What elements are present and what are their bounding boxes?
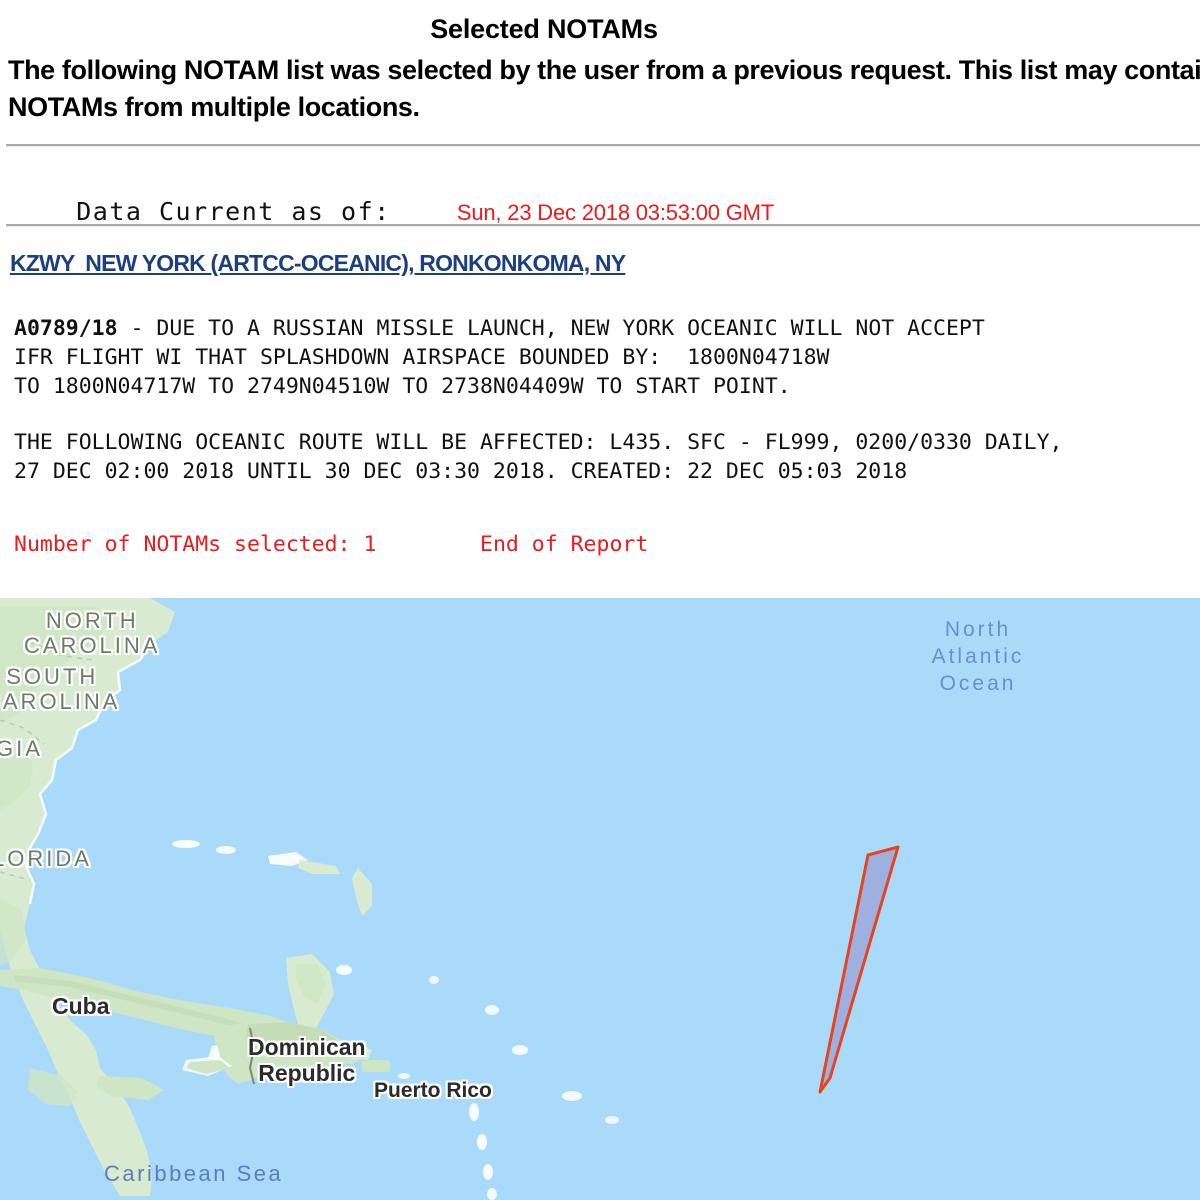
map-panel[interactable]: NORTH CAROLINA SOUTH CAROLINA GIA LORIDA… xyxy=(0,598,1200,1200)
notam-line-4: THE FOLLOWING OCEANIC ROUTE WILL BE AFFE… xyxy=(14,430,1063,455)
bahamas-cay-6 xyxy=(605,1116,619,1124)
antilles-island-4 xyxy=(487,1188,497,1200)
antilles-island-3 xyxy=(483,1164,493,1180)
antilles-island-1 xyxy=(469,1103,479,1121)
bahamas-cay-7 xyxy=(172,840,200,848)
map-canvas[interactable] xyxy=(0,598,1200,1200)
report-intro-text: The following NOTAM list was selected by… xyxy=(8,55,1200,122)
data-current-label: Data Current as of: xyxy=(76,197,391,226)
bahamas-cay-4 xyxy=(512,1045,528,1055)
notam-report-panel: Selected NOTAMs The following NOTAM list… xyxy=(0,0,1200,598)
notam-count-text: Number of NOTAMs selected: 1 xyxy=(14,532,377,557)
notam-line-5: 27 DEC 02:00 2018 UNTIL 30 DEC 03:30 201… xyxy=(14,459,908,484)
data-current-row: Data Current as of: Sun, 23 Dec 2018 03:… xyxy=(10,168,774,255)
antilles-island-2 xyxy=(477,1134,487,1150)
bahamas-cay-1 xyxy=(336,965,352,975)
divider-bottom xyxy=(6,224,1200,227)
notam-text-block-1: A0789/18 - DUE TO A RUSSIAN MISSLE LAUNC… xyxy=(14,314,1200,401)
notam-line-3: TO 1800N04717W TO 2749N04510W TO 2738N04… xyxy=(14,374,791,399)
bahamas-cay-2 xyxy=(429,976,439,984)
bahamas-cay-3 xyxy=(485,1005,499,1015)
data-current-value: Sun, 23 Dec 2018 03:53:00 GMT xyxy=(456,200,774,225)
report-footer-row: Number of NOTAMs selected: 1 End of Repo… xyxy=(14,532,648,557)
notam-line-1: - DUE TO A RUSSIAN MISSLE LAUNCH, NEW YO… xyxy=(117,316,985,341)
ocean-background xyxy=(0,598,1200,1200)
bahamas-cay-5 xyxy=(562,1091,582,1101)
notam-text-block-2: THE FOLLOWING OCEANIC ROUTE WILL BE AFFE… xyxy=(14,428,1200,486)
bahamas-cay-8 xyxy=(216,846,236,854)
divider-top xyxy=(6,144,1200,147)
notam-id: A0789/18 xyxy=(14,316,118,341)
notam-line-2: IFR FLIGHT WI THAT SPLASHDOWN AIRSPACE B… xyxy=(14,345,830,370)
puerto-rico-island xyxy=(362,1060,390,1072)
page-title: Selected NOTAMs xyxy=(430,14,658,44)
end-of-report-text: End of Report xyxy=(480,532,649,557)
location-link-kzwy[interactable]: KZWY NEW YORK (ARTCC-OCEANIC), RONKONKOM… xyxy=(10,250,626,277)
virgin-islands xyxy=(398,1073,410,1079)
